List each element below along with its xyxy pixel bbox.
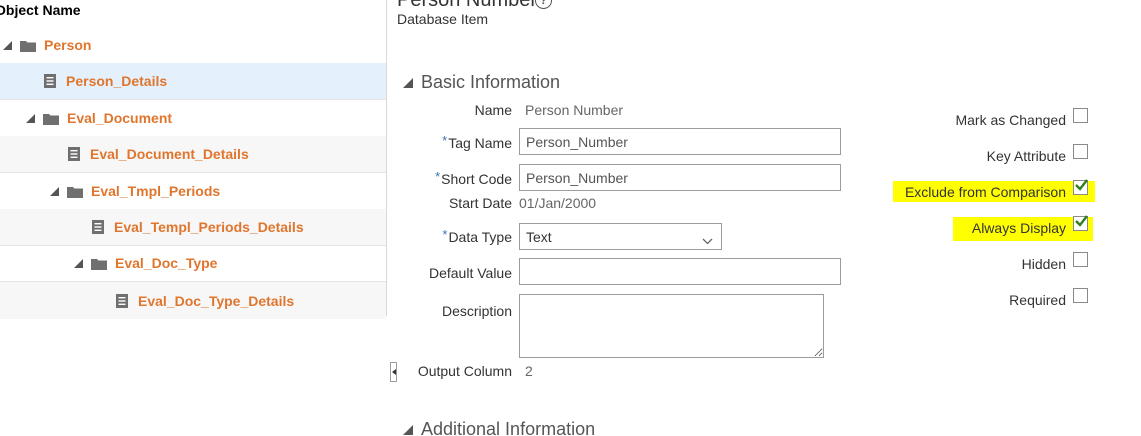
expand-triangle-icon[interactable] xyxy=(73,258,83,268)
document-icon xyxy=(66,147,82,161)
mark-as-changed-label: Mark as Changed xyxy=(955,112,1066,128)
tag-name-label-text: Tag Name xyxy=(448,135,512,151)
required-marker: * xyxy=(442,133,448,148)
page-subtitle: Database Item xyxy=(397,11,489,27)
hidden-label: Hidden xyxy=(1021,256,1066,272)
short-code-label-text: Short Code xyxy=(441,171,512,187)
default-value-label: Default Value xyxy=(428,265,512,281)
tree-row-eval-document[interactable]: Eval_Document xyxy=(0,100,386,137)
tree-item-label[interactable]: Eval_Document_Details xyxy=(90,146,249,162)
tree-item-label[interactable]: Eval_Templ_Periods_Details xyxy=(114,219,304,235)
section-basic-information[interactable]: Basic Information xyxy=(403,72,560,93)
required-label: Required xyxy=(1009,292,1066,308)
name-value: Person Number xyxy=(525,102,624,118)
always-display-label: Always Display xyxy=(971,220,1066,236)
start-date-value: 01/Jan/2000 xyxy=(519,195,597,211)
check-icon xyxy=(1075,215,1088,227)
required-marker: * xyxy=(442,227,448,242)
always-display-checkbox[interactable] xyxy=(1073,215,1088,231)
tree-item-label[interactable]: Person_Details xyxy=(66,73,167,89)
data-type-select[interactable]: Text xyxy=(519,223,722,250)
key-attribute-checkbox[interactable] xyxy=(1073,144,1088,159)
collapse-triangle-icon[interactable] xyxy=(403,422,413,436)
mark-as-changed-checkbox[interactable] xyxy=(1073,108,1088,123)
document-icon xyxy=(90,220,106,234)
short-code-input[interactable] xyxy=(519,164,841,191)
tree-item-label[interactable]: Eval_Doc_Type_Details xyxy=(138,293,294,309)
document-icon xyxy=(114,293,130,308)
folder-icon xyxy=(43,111,59,125)
help-icon[interactable]: ? xyxy=(535,0,552,9)
panel-splitter-handle[interactable] xyxy=(390,362,397,382)
folder-icon xyxy=(20,38,36,52)
name-label: Name xyxy=(474,102,512,118)
tree-row-eval-doc-type-details[interactable]: Eval_Doc_Type_Details xyxy=(0,282,386,319)
output-column-label: Output Column xyxy=(417,363,512,379)
tree-row-eval-templ-periods-details[interactable]: Eval_Templ_Periods_Details xyxy=(0,209,386,246)
tree-column-header: Object Name xyxy=(0,2,81,18)
folder-icon xyxy=(91,256,107,270)
expand-triangle-icon[interactable] xyxy=(2,40,12,50)
expand-triangle-icon[interactable] xyxy=(25,113,35,123)
section-additional-information[interactable]: Additional Information xyxy=(403,419,595,436)
required-marker: * xyxy=(435,169,441,184)
folder-icon xyxy=(67,184,83,198)
expand-triangle-icon[interactable] xyxy=(49,186,59,196)
collapse-triangle-icon[interactable] xyxy=(403,75,413,91)
description-label: Description xyxy=(441,303,512,319)
tree-row-person[interactable]: Person xyxy=(0,27,386,64)
section-title: Additional Information xyxy=(421,419,596,436)
tree-item-label[interactable]: Person xyxy=(44,37,91,53)
tree-row-eval-doc-type[interactable]: Eval_Doc_Type xyxy=(0,245,386,282)
default-value-input[interactable] xyxy=(519,258,841,285)
data-type-selected-value: Text xyxy=(526,228,552,245)
tag-name-input[interactable] xyxy=(519,128,841,155)
tree-row-eval-tmpl-periods[interactable]: Eval_Tmpl_Periods xyxy=(0,173,386,210)
check-icon xyxy=(1075,179,1088,191)
tree-item-label[interactable]: Eval_Tmpl_Periods xyxy=(91,183,220,199)
tree-row-person-details[interactable]: Person_Details xyxy=(0,63,386,100)
document-icon xyxy=(42,74,58,88)
output-column-value: 2 xyxy=(525,363,533,379)
hidden-checkbox[interactable] xyxy=(1073,252,1088,267)
object-tree: Object Name Person Person_Details Eval_D… xyxy=(0,0,387,319)
tree-item-label[interactable]: Eval_Doc_Type xyxy=(115,255,217,271)
section-title: Basic Information xyxy=(421,72,561,92)
tag-name-label: *Tag Name xyxy=(442,133,512,151)
chevron-down-icon xyxy=(702,232,713,248)
exclude-from-comparison-checkbox[interactable] xyxy=(1073,179,1088,195)
tree-row-eval-document-details[interactable]: Eval_Document_Details xyxy=(0,136,386,173)
exclude-from-comparison-label: Exclude from Comparison xyxy=(904,184,1066,200)
short-code-label: *Short Code xyxy=(435,169,512,187)
data-type-label-text: Data Type xyxy=(448,229,512,245)
key-attribute-label: Key Attribute xyxy=(986,148,1066,164)
data-type-label: *Data Type xyxy=(442,227,512,245)
required-checkbox[interactable] xyxy=(1073,288,1088,303)
tree-item-label[interactable]: Eval_Document xyxy=(67,110,172,126)
start-date-label: Start Date xyxy=(448,195,512,211)
description-textarea[interactable] xyxy=(519,294,824,358)
